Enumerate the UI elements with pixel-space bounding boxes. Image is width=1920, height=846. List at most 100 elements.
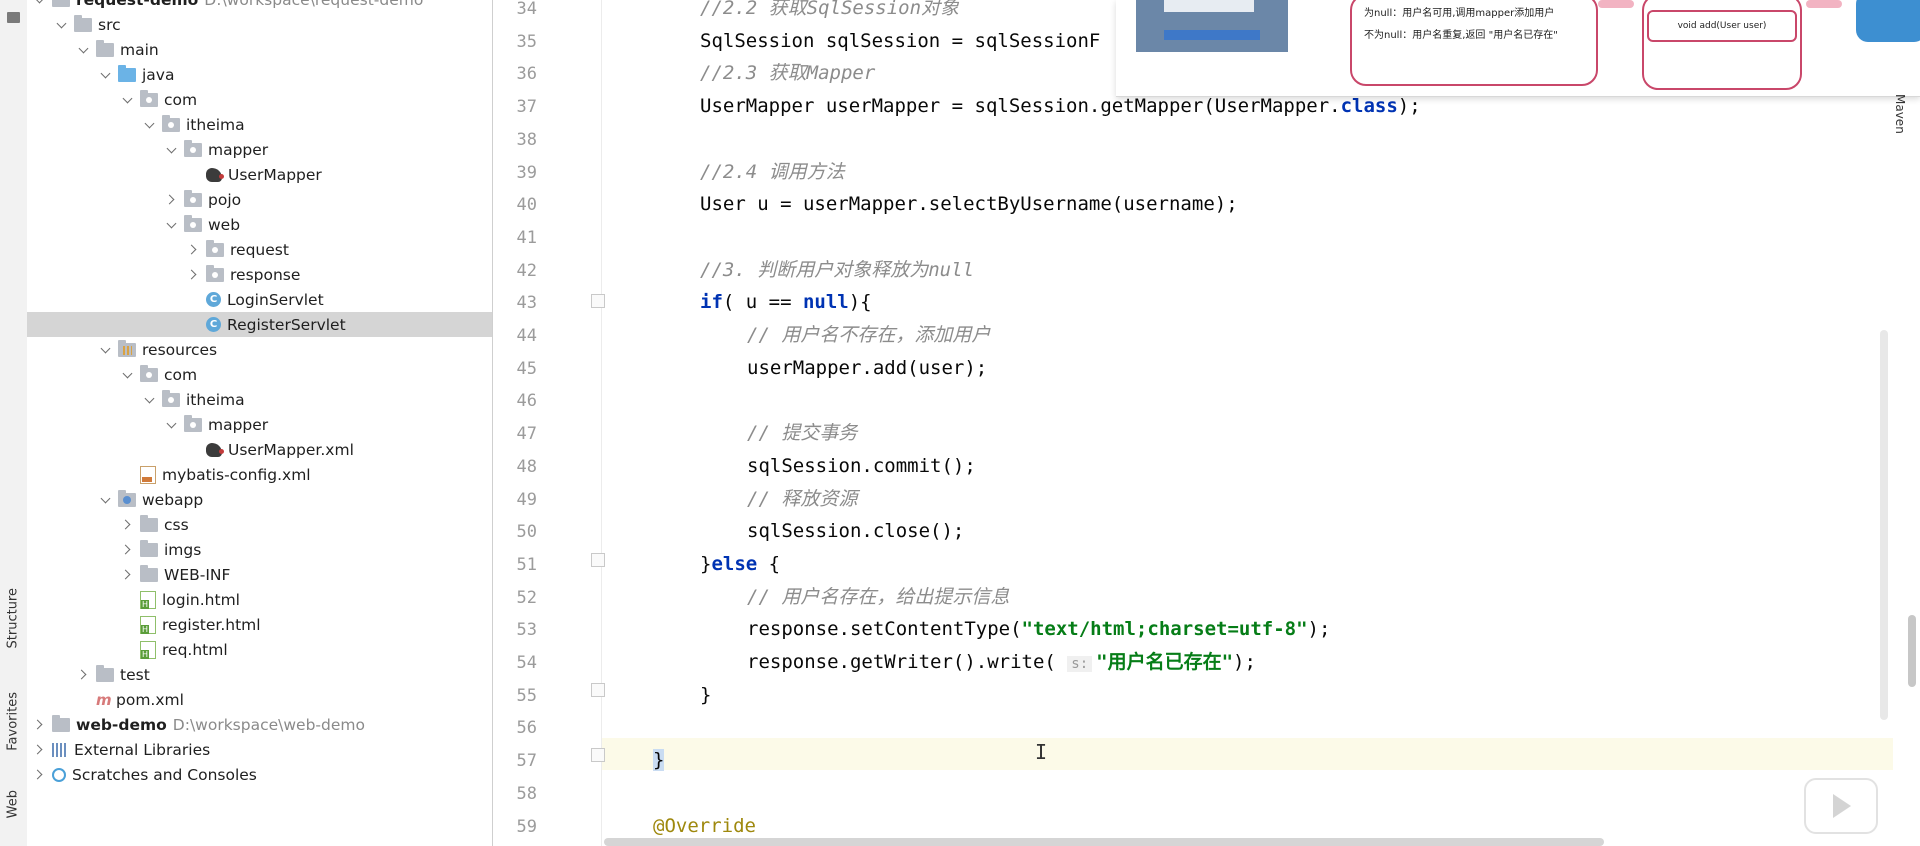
tree-item[interactable]: C LoginServlet <box>27 287 492 312</box>
code-line[interactable]: // 用户名不存在，添加用户 <box>747 319 990 351</box>
outer-scrollbar-thumb[interactable] <box>1908 615 1916 687</box>
code-token: s: <box>1067 656 1093 672</box>
tree-item[interactable]: login.html <box>27 587 492 612</box>
tree-item[interactable]: WEB-INF <box>27 562 492 587</box>
chevron-down-icon[interactable] <box>99 343 113 357</box>
code-line[interactable]: sqlSession.close(); <box>747 515 964 547</box>
chevron-right-icon[interactable] <box>33 743 47 757</box>
tree-item[interactable]: req.html <box>27 637 492 662</box>
web-tab-label: Web <box>5 790 21 819</box>
html-file-icon <box>140 615 156 634</box>
tree-item-label: com <box>164 90 198 109</box>
chevron-down-icon[interactable] <box>121 93 135 107</box>
tree-item[interactable]: UserMapper <box>27 162 492 187</box>
chevron-down-icon[interactable] <box>165 418 179 432</box>
chevron-down-icon[interactable] <box>99 493 113 507</box>
tree-item[interactable]: request-demo D:\workspace\request-demo <box>27 0 492 12</box>
chevron-down-icon[interactable] <box>165 143 179 157</box>
tree-item[interactable]: m pom.xml <box>27 687 492 712</box>
chevron-down-icon[interactable] <box>55 18 69 32</box>
tree-item[interactable]: com <box>27 362 492 387</box>
tree-item-label: Scratches and Consoles <box>72 765 257 784</box>
code-line[interactable]: SqlSession sqlSession = sqlSessionF <box>700 25 1100 57</box>
tree-item[interactable]: mybatis-config.xml <box>27 462 492 487</box>
tree-item-label: webapp <box>142 490 204 509</box>
code-line[interactable]: }else { <box>700 548 780 580</box>
code-line[interactable]: //3. 判断用户对象释放为null <box>700 254 974 286</box>
code-line[interactable]: @Override <box>653 810 756 842</box>
tree-item[interactable]: webapp <box>27 487 492 512</box>
editor-vertical-scrollbar[interactable] <box>1880 330 1888 720</box>
fold-marker[interactable] <box>591 748 605 762</box>
code-line[interactable]: if( u == null){ <box>700 286 872 318</box>
thumbnail-field <box>1164 0 1254 12</box>
tree-item[interactable]: imgs <box>27 537 492 562</box>
tree-item[interactable]: css <box>27 512 492 537</box>
chevron-right-icon[interactable] <box>165 193 179 207</box>
tree-item[interactable]: test <box>27 662 492 687</box>
code-line[interactable]: response.getWriter().write( s: "用户名已存在"); <box>747 646 1256 678</box>
code-line[interactable]: //2.2 获取SqlSession对象 <box>700 0 959 24</box>
chevron-down-icon[interactable] <box>143 393 157 407</box>
code-line[interactable]: //2.4 调用方法 <box>700 156 845 188</box>
tree-item[interactable]: register.html <box>27 612 492 637</box>
code-line[interactable]: response.setContentType("text/html;chars… <box>747 613 1330 645</box>
code-editor[interactable]: 34 //2.2 获取SqlSession对象 35 SqlSession sqlSe… <box>493 0 1893 846</box>
code-line[interactable]: } <box>700 679 711 711</box>
tree-item[interactable]: C RegisterServlet <box>27 312 492 337</box>
tree-item[interactable]: java <box>27 62 492 87</box>
tree-item[interactable]: src <box>27 12 492 37</box>
tree-item[interactable]: com <box>27 87 492 112</box>
tree-item[interactable]: UserMapper.xml <box>27 437 492 462</box>
fold-marker[interactable] <box>591 294 605 308</box>
structure-tool-tab[interactable]: Structure <box>4 588 22 648</box>
chevron-right-icon[interactable] <box>33 718 47 732</box>
line-number: 34 <box>516 0 537 19</box>
chevron-down-icon[interactable] <box>121 368 135 382</box>
code-line[interactable]: User u = userMapper.selectByUsername(use… <box>700 188 1238 220</box>
tree-item[interactable]: response <box>27 262 492 287</box>
chevron-right-icon[interactable] <box>187 243 201 257</box>
chevron-down-icon[interactable] <box>165 218 179 232</box>
tree-item[interactable]: itheima <box>27 112 492 137</box>
tree-item[interactable]: itheima <box>27 387 492 412</box>
code-line[interactable]: // 用户名存在，给出提示信息 <box>747 581 1009 613</box>
project-tool-icon[interactable] <box>7 12 20 23</box>
logic-item-null: 为null：用户名可用,调用mapper添加用户 <box>1364 8 1555 19</box>
chevron-down-icon[interactable] <box>143 118 157 132</box>
tree-item[interactable]: External Libraries <box>27 737 492 762</box>
fold-marker[interactable] <box>591 553 605 567</box>
tree-item[interactable]: resources <box>27 337 492 362</box>
chevron-right-icon[interactable] <box>77 668 91 682</box>
play-button[interactable] <box>1804 778 1878 834</box>
chevron-right-icon[interactable] <box>187 268 201 282</box>
chevron-right-icon[interactable] <box>121 568 135 582</box>
tree-item[interactable]: mapper <box>27 412 492 437</box>
chevron-right-icon[interactable] <box>121 543 135 557</box>
tree-item[interactable]: mapper <box>27 137 492 162</box>
code-line[interactable]: // 释放资源 <box>747 483 857 515</box>
tree-item-label: web-demo <box>76 715 167 734</box>
chevron-down-icon[interactable] <box>99 68 113 82</box>
chevron-down-icon[interactable] <box>33 0 47 7</box>
fold-marker[interactable] <box>591 683 605 697</box>
tree-item[interactable]: pojo <box>27 187 492 212</box>
code-line[interactable]: sqlSession.commit(); <box>747 450 976 482</box>
chevron-down-icon[interactable] <box>77 43 91 57</box>
code-line[interactable]: } <box>653 744 665 776</box>
chevron-right-icon[interactable] <box>33 768 47 782</box>
code-line[interactable]: //2.3 获取Mapper <box>700 57 875 89</box>
tree-item[interactable]: main <box>27 37 492 62</box>
tree-item[interactable]: request <box>27 237 492 262</box>
code-line[interactable]: userMapper.add(user); <box>747 352 987 384</box>
editor-horizontal-scrollbar[interactable] <box>604 838 1604 846</box>
chevron-right-icon[interactable] <box>121 518 135 532</box>
code-line[interactable]: // 提交事务 <box>747 417 857 449</box>
tree-item[interactable]: Scratches and Consoles <box>27 762 492 787</box>
tree-item[interactable]: web-demo D:\workspace\web-demo <box>27 712 492 737</box>
maven-tool-tab[interactable]: Maven <box>1893 94 1907 134</box>
favorites-tool-tab[interactable]: Favorites <box>4 692 22 751</box>
tree-item[interactable]: web <box>27 212 492 237</box>
code-token: ){ <box>848 291 872 314</box>
web-tool-tab[interactable]: Web <box>4 790 22 818</box>
